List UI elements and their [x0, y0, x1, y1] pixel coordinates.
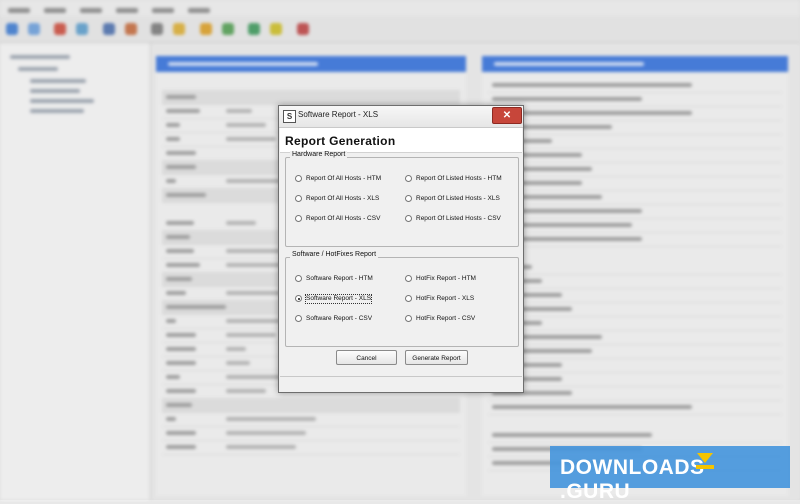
dialog-status-strip [280, 376, 522, 391]
download-arrow-icon [697, 453, 713, 463]
radio-icon[interactable] [405, 315, 412, 322]
radio-icon[interactable] [405, 275, 412, 282]
option-label: Report Of All Hosts - HTM [306, 175, 382, 182]
radio-icon[interactable] [405, 195, 412, 202]
app-icon: S [283, 110, 296, 123]
download-tray-icon [696, 465, 714, 469]
software-report-legend: Software / HotFixes Report [290, 251, 379, 258]
hardware-report-legend: Hardware Report [290, 151, 348, 158]
generate-report-button[interactable]: Generate Report [405, 350, 468, 365]
watermark-text: DOWNLOADS.GURU [560, 456, 705, 503]
dialog-header: Report Generation [280, 128, 522, 153]
radio-icon[interactable] [405, 215, 412, 222]
dialog-title: Software Report - XLS [298, 110, 379, 119]
option-label: HotFix Report - HTM [416, 275, 476, 282]
option-label: Report Of All Hosts - CSV [306, 215, 381, 222]
cancel-button[interactable]: Cancel [336, 350, 397, 365]
radio-icon[interactable] [295, 315, 302, 322]
option-label: Report Of Listed Hosts - HTM [416, 175, 502, 182]
option-label: Software Report - HTM [306, 275, 373, 282]
option-label: Software Report - CSV [306, 315, 373, 322]
option-label: Report Of Listed Hosts - XLS [416, 195, 500, 202]
option-label: Report Of All Hosts - XLS [306, 195, 380, 202]
hardware-report-group: Hardware Report Report Of All Hosts - HT… [285, 151, 519, 247]
option-label: HotFix Report - CSV [416, 315, 476, 322]
radio-icon[interactable] [295, 195, 302, 202]
report-generation-heading: Report Generation [285, 134, 396, 148]
report-dialog: S Software Report - XLS ✕ Report Generat… [278, 105, 524, 393]
software-hotfix-report-group: Software / HotFixes Report Software Repo… [285, 251, 519, 347]
radio-icon[interactable] [295, 175, 302, 182]
option-label: Software Report - XLS [304, 294, 373, 304]
radio-selected-icon[interactable] [295, 295, 302, 302]
radio-icon[interactable] [405, 175, 412, 182]
downloads-guru-watermark: DOWNLOADS.GURU [550, 446, 790, 503]
radio-icon[interactable] [295, 275, 302, 282]
radio-icon[interactable] [295, 215, 302, 222]
option-label: Report Of Listed Hosts - CSV [416, 215, 501, 222]
radio-icon[interactable] [405, 295, 412, 302]
dialog-titlebar[interactable]: S Software Report - XLS ✕ [279, 106, 523, 128]
close-button[interactable]: ✕ [492, 107, 522, 124]
option-label: HotFix Report - XLS [416, 295, 475, 302]
